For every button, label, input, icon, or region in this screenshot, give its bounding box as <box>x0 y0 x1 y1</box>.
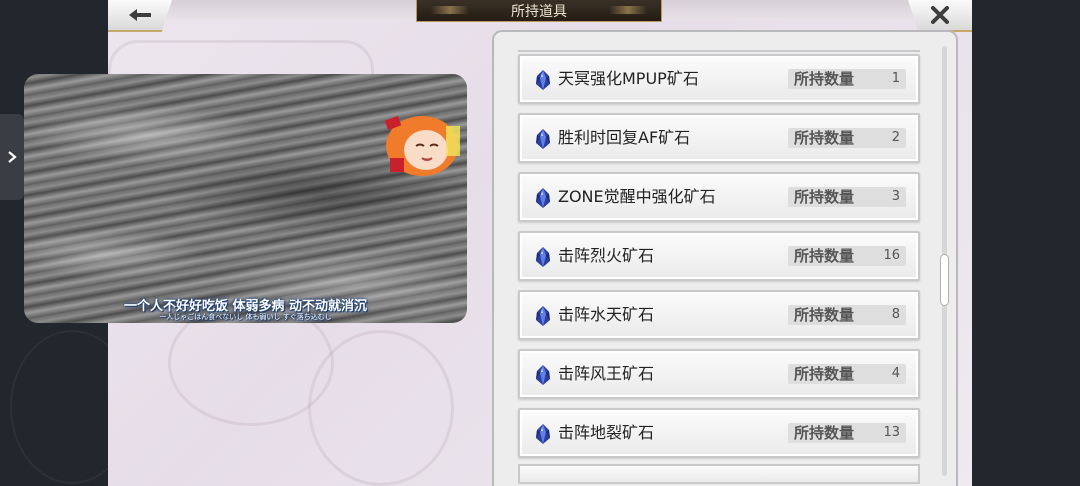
close-x-icon <box>931 6 949 24</box>
item-row[interactable]: 胜利时回复AF矿石 所持数量 2 <box>518 113 920 163</box>
quantity-box: 所持数量 13 <box>788 423 906 443</box>
header-title-bar: 所持道具 <box>416 0 662 22</box>
blue-ore-crystal-icon <box>536 247 550 267</box>
list-item-partial-bottom <box>518 464 920 484</box>
quantity-label: 所持数量 <box>794 365 855 383</box>
blue-ore-crystal-icon <box>536 365 550 385</box>
quantity-value: 16 <box>883 248 900 263</box>
quantity-value: 4 <box>891 366 900 381</box>
blue-ore-crystal-icon <box>536 129 550 149</box>
item-list-panel[interactable]: 天冥强化MPUP矿石 所持数量 1 胜利时回复AF矿石 所持数量 2 ZONE觉醒中强化矿石… <box>492 30 958 486</box>
item-name: 击阵风王矿石 <box>558 364 655 383</box>
video-player[interactable]: 一个人不好好吃饭 体弱多病 动不动就消沉 一人じゃごはん食べないし 体も弱いし … <box>24 74 467 323</box>
quantity-value: 2 <box>891 130 900 145</box>
quantity-label: 所持数量 <box>794 70 855 88</box>
item-row[interactable]: 击阵烈火矿石 所持数量 16 <box>518 231 920 281</box>
quantity-box: 所持数量 4 <box>788 364 906 384</box>
list-item-partial-top <box>518 42 920 52</box>
quantity-value: 13 <box>883 425 900 440</box>
quantity-label: 所持数量 <box>794 247 855 265</box>
quantity-value: 8 <box>891 307 900 322</box>
item-name: 击阵水天矿石 <box>558 305 655 324</box>
item-name: 击阵烈火矿石 <box>558 246 655 265</box>
item-row[interactable]: 击阵风王矿石 所持数量 4 <box>518 349 920 399</box>
back-button[interactable] <box>108 0 172 32</box>
page-title: 所持道具 <box>511 3 567 20</box>
quantity-value: 1 <box>891 71 900 86</box>
side-drawer-tab[interactable] <box>0 114 24 200</box>
item-name: ZONE觉醒中强化矿石 <box>558 187 716 206</box>
chibi-character-image <box>384 115 460 176</box>
quantity-value: 3 <box>891 189 900 204</box>
right-background-panel <box>972 0 1080 486</box>
item-row[interactable]: ZONE觉醒中强化矿石 所持数量 3 <box>518 172 920 222</box>
item-name: 胜利时回复AF矿石 <box>558 128 691 147</box>
quantity-box: 所持数量 1 <box>788 69 906 89</box>
blue-ore-crystal-icon <box>536 188 550 208</box>
scrollbar-thumb[interactable] <box>940 253 949 306</box>
blue-ore-crystal-icon <box>536 306 550 326</box>
quantity-label: 所持数量 <box>794 188 855 206</box>
item-name: 天冥强化MPUP矿石 <box>558 69 699 88</box>
quantity-box: 所持数量 16 <box>788 246 906 266</box>
quantity-box: 所持数量 8 <box>788 305 906 325</box>
background-decoration <box>308 330 454 486</box>
quantity-label: 所持数量 <box>794 129 855 147</box>
blue-ore-crystal-icon <box>536 70 550 90</box>
quantity-label: 所持数量 <box>794 424 855 442</box>
item-row[interactable]: 击阵地裂矿石 所持数量 13 <box>518 408 920 458</box>
blue-ore-crystal-icon <box>536 424 550 444</box>
item-name: 击阵地裂矿石 <box>558 423 655 442</box>
quantity-label: 所持数量 <box>794 306 855 324</box>
item-row[interactable]: 击阵水天矿石 所持数量 8 <box>518 290 920 340</box>
video-subtitle-japanese: 一人じゃごはん食べないし 体も弱いし すぐ落ち込むし <box>159 313 332 321</box>
close-button[interactable] <box>908 0 972 32</box>
chevron-right-icon <box>8 151 17 163</box>
quantity-box: 所持数量 2 <box>788 128 906 148</box>
item-row[interactable]: 天冥强化MPUP矿石 所持数量 1 <box>518 54 920 104</box>
title-ornament-right <box>609 6 647 14</box>
quantity-box: 所持数量 3 <box>788 187 906 207</box>
back-arrow-icon <box>129 9 151 21</box>
title-ornament-left <box>431 6 469 14</box>
